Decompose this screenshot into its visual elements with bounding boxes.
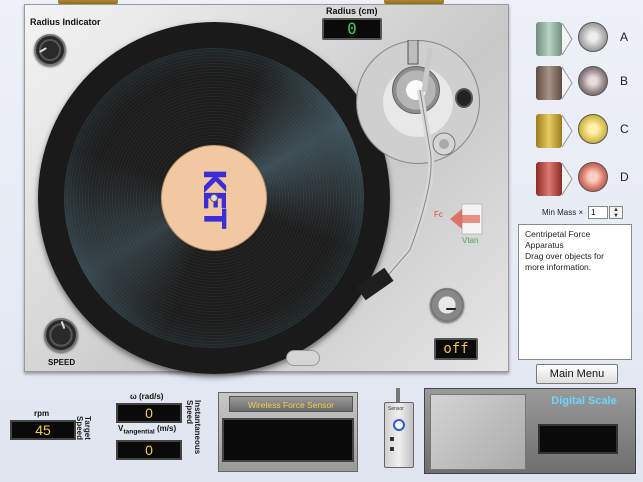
target-speed-label-1: Target [83,416,92,440]
puck-b[interactable] [578,66,608,96]
force-sensor-device[interactable]: Sensor [384,402,414,468]
speed-knob[interactable] [44,318,78,352]
omega-display: 0 [116,403,182,423]
arrow-right-icon [562,22,573,56]
tonearm-rest [407,40,419,65]
deck-hinge-left [58,0,118,4]
force-direction-icon [450,203,483,235]
radius-indicator-label: Radius Indicator [30,17,101,27]
rpm-display[interactable]: 45 [10,420,76,440]
object-letter-c: C [620,122,629,136]
target-speed-label-2: Speed [75,416,84,441]
sensor-device-label: Sensor [388,406,404,412]
object-letter-d: D [620,170,629,184]
scale-display [538,424,618,454]
spindle [210,194,218,202]
object-row-a[interactable]: A [536,20,642,56]
radius-display: 0 [322,18,382,40]
power-display[interactable]: off [434,338,478,360]
puck-c[interactable] [578,114,608,144]
digital-scale-title: Digital Scale [551,395,617,407]
cylinder-c[interactable] [536,114,562,148]
force-sensor-display [222,418,354,462]
sensor-led [393,419,405,431]
arrow-right-icon [562,162,573,196]
puck-a[interactable] [578,22,608,52]
sensor-port [390,437,394,441]
force-label: Fc [434,210,443,219]
main-menu-button[interactable]: Main Menu [536,364,618,384]
sensor-port [390,447,394,451]
knob-notch [60,320,66,330]
radius-label: Radius (cm) [326,6,378,16]
scale-plate[interactable] [430,394,526,470]
radius-indicator-knob[interactable] [34,34,66,66]
object-row-c[interactable]: C [536,112,642,148]
instantaneous-speed-label-2: Speed [185,400,194,425]
arrow-right-icon [562,66,573,100]
pitch-knob[interactable] [430,130,460,160]
instantaneous-speed-label-1: Instantaneous [193,400,202,455]
start-stop-knob[interactable] [430,288,464,322]
cylinder-b[interactable] [536,66,562,100]
min-mass-input[interactable]: 1 [588,206,608,219]
min-mass-stepper[interactable]: ▲ ▼ [609,206,623,219]
vtan-display: 0 [116,440,182,460]
info-line: Centripetal Force [525,229,591,239]
object-letter-a: A [620,30,629,44]
info-line: more information. [525,262,592,272]
arrow-right-icon [562,114,573,148]
min-mass-label: Min Mass × [542,208,584,217]
object-row-b[interactable]: B [536,64,642,100]
omega-label: ω (rad/s) [130,392,164,401]
vtan-label-sub: tangential [123,428,155,436]
cylinder-d[interactable] [536,162,562,196]
deck-hinge-right [384,0,444,4]
rpm-label: rpm [34,409,50,418]
vtan-label-full: Vtangential (m/s) [118,424,176,436]
cylinder-a[interactable] [536,22,562,56]
knob-notch [39,47,47,53]
object-row-d[interactable]: D [536,160,642,196]
object-letter-b: B [620,74,629,88]
knob-notch [446,308,456,310]
deck-handle [286,350,320,366]
info-line: Drag over objects for [525,251,604,261]
speed-label: SPEED [48,358,76,367]
force-sensor-title: Wireless Force Sensor [229,396,353,412]
vtan-label: Vtan [462,236,479,245]
sensor-antenna [396,388,400,402]
info-line: Apparatus [525,240,564,250]
vtan-label-unit: (m/s) [154,424,177,433]
info-panel: Centripetal Force Apparatus Drag over ob… [518,224,632,360]
puck-d[interactable] [578,162,608,192]
